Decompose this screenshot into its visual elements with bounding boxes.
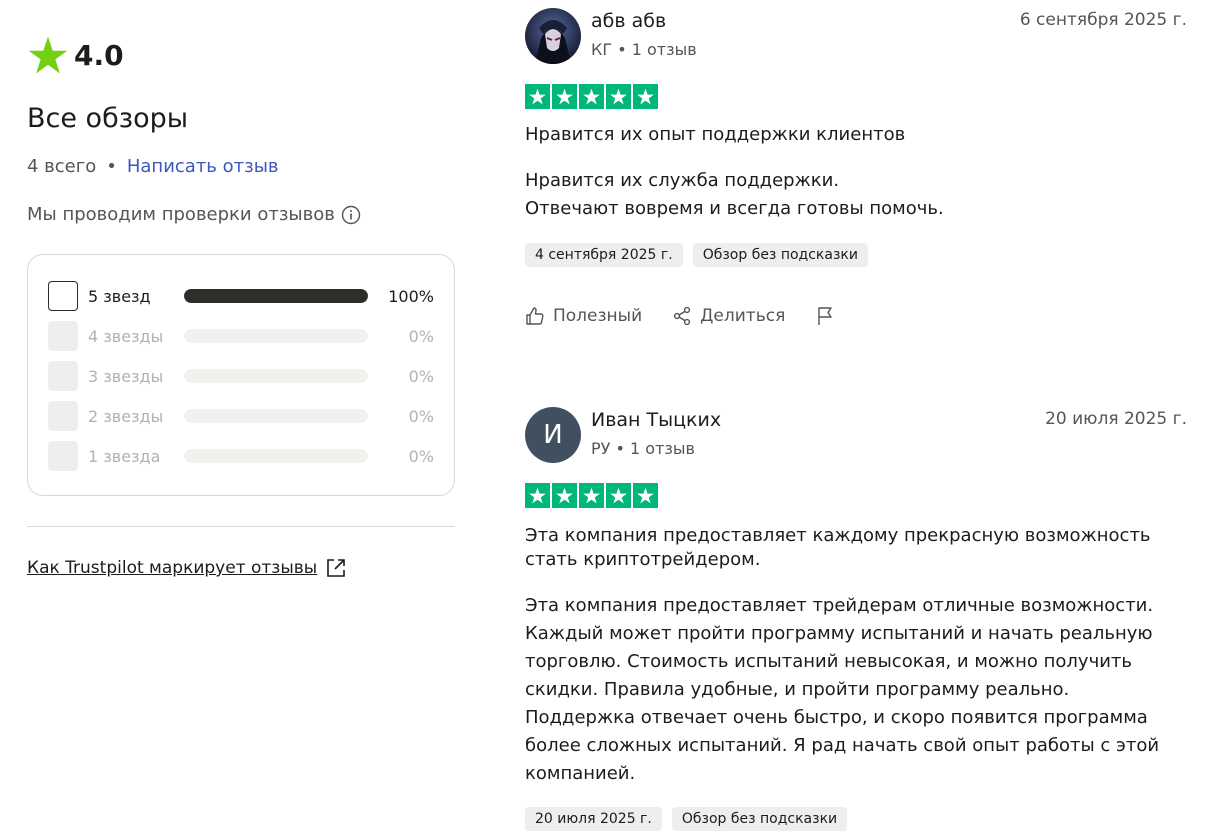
helpful-button[interactable]: Полезный [525, 306, 642, 326]
filter-checkbox-4 [48, 321, 78, 351]
filter-label: 5 звезд [88, 286, 151, 306]
reviewer-name[interactable]: Иван Тыцких [591, 409, 721, 431]
unprompted-review-tag[interactable]: Обзор без подсказки [671, 807, 848, 831]
filter-checkbox-3 [48, 361, 78, 391]
reviewer-name[interactable]: абв абв [591, 10, 666, 32]
reviewer-review-count: 1 отзыв [630, 439, 695, 458]
star-icon [579, 84, 604, 109]
experience-date-tag: 4 сентября 2025 г. [525, 243, 683, 267]
share-label: Делиться [700, 306, 786, 326]
meta-dot: • [615, 439, 631, 458]
separator-dot: • [106, 156, 117, 177]
report-button[interactable] [815, 306, 843, 326]
reviewer-country: КГ [591, 40, 613, 59]
filter-label: 2 звезды [88, 406, 164, 426]
review-title[interactable]: Нравится их опыт поддержки клиентов [525, 123, 1165, 147]
filter-row-5-stars[interactable]: 5 звезд 100% [48, 281, 434, 311]
distribution-percent: 0% [408, 446, 434, 466]
distribution-bar [184, 289, 368, 303]
distribution-percent: 0% [408, 406, 434, 426]
filter-label: 3 звезды [88, 366, 164, 386]
review-actions: Полезный Делиться [525, 306, 873, 326]
distribution-bar [184, 449, 368, 463]
filter-checkbox-2 [48, 401, 78, 431]
review-card: абв абв КГ • 1 отзыв 6 сентября 2025 г. … [525, 8, 1187, 338]
thumbs-up-icon [526, 307, 544, 325]
reviewer-review-count: 1 отзыв [631, 40, 697, 59]
distribution-percent: 0% [408, 326, 434, 346]
review-card: И Иван Тыцких РУ • 1 отзыв 20 июля 2025 … [525, 407, 1187, 832]
star-icon [28, 36, 68, 74]
trustpilot-labeling-link[interactable]: Как Trustpilot маркирует отзывы [27, 557, 347, 579]
review-date: 20 июля 2025 г. [1045, 409, 1187, 429]
avatar[interactable] [525, 8, 581, 64]
external-link-icon [327, 559, 346, 577]
star-icon [606, 483, 631, 508]
distribution-percent: 100% [388, 286, 434, 306]
total-count: 4 всего [27, 156, 97, 177]
reviewer-meta: КГ • 1 отзыв [591, 40, 697, 59]
filter-checkbox-5[interactable] [48, 281, 78, 311]
filter-row-4-stars: 4 звезды 0% [48, 321, 434, 351]
distribution-bar [184, 329, 368, 343]
star-icon [525, 483, 550, 508]
share-button[interactable]: Делиться [672, 306, 785, 326]
overall-rating: 4.0 [27, 34, 124, 76]
trustpilot-link-text: Как Trustpilot маркирует отзывы [27, 558, 318, 578]
verification-text: Мы проводим проверки отзывов [27, 204, 335, 225]
star-icon [552, 483, 577, 508]
reviewer-meta: РУ • 1 отзыв [591, 439, 695, 458]
info-icon[interactable] [341, 205, 361, 225]
filter-label: 4 звезды [88, 326, 164, 346]
avatar-image [525, 8, 581, 64]
star-icon [633, 483, 658, 508]
star-distribution-filter: 5 звезд 100% 4 звезды 0% 3 звезды 0% 2 з… [27, 254, 455, 496]
filter-row-3-stars: 3 звезды 0% [48, 361, 434, 391]
unprompted-review-tag[interactable]: Обзор без подсказки [692, 243, 868, 267]
filter-label: 1 звезда [88, 446, 161, 466]
review-date: 6 сентября 2025 г. [1019, 10, 1187, 30]
review-body: Нравится их служба поддержки. Отвечают в… [525, 170, 944, 219]
review-tags: 4 сентября 2025 г. Обзор без подсказки [525, 243, 868, 267]
filter-checkbox-1 [48, 441, 78, 471]
meta-dot: • [617, 40, 632, 59]
review-stars [525, 84, 658, 109]
distribution-bar [184, 369, 368, 383]
distribution-bar-fill [184, 289, 368, 303]
review-stars [525, 483, 658, 508]
divider [27, 526, 455, 527]
review-title[interactable]: Эта компания предоставляет каждому прекр… [525, 524, 1165, 572]
review-tags: 20 июля 2025 г. Обзор без подсказки [525, 807, 848, 831]
flag-icon [818, 307, 832, 325]
helpful-label: Полезный [553, 306, 643, 326]
experience-date-tag: 20 июля 2025 г. [525, 807, 662, 831]
verification-note[interactable]: Мы проводим проверки отзывов [27, 204, 361, 225]
write-review-link[interactable]: Написать отзыв [127, 156, 279, 177]
distribution-percent: 0% [408, 366, 434, 386]
star-icon [552, 84, 577, 109]
star-icon [606, 84, 631, 109]
avatar[interactable]: И [525, 407, 581, 463]
star-icon [633, 84, 658, 109]
filter-row-1-star: 1 звезда 0% [48, 441, 434, 471]
reviewer-country: РУ [591, 439, 611, 458]
filter-row-2-stars: 2 звезды 0% [48, 401, 434, 431]
review-body: Эта компания предоставляет трейдерам отл… [525, 595, 1160, 784]
rating-value: 4.0 [74, 38, 124, 72]
all-reviews-heading: Все обзоры [27, 103, 189, 134]
share-icon [674, 306, 691, 326]
review-totals: 4 всего • Написать отзыв [27, 156, 279, 177]
star-icon [525, 84, 550, 109]
star-icon [579, 483, 604, 508]
distribution-bar [184, 409, 368, 423]
